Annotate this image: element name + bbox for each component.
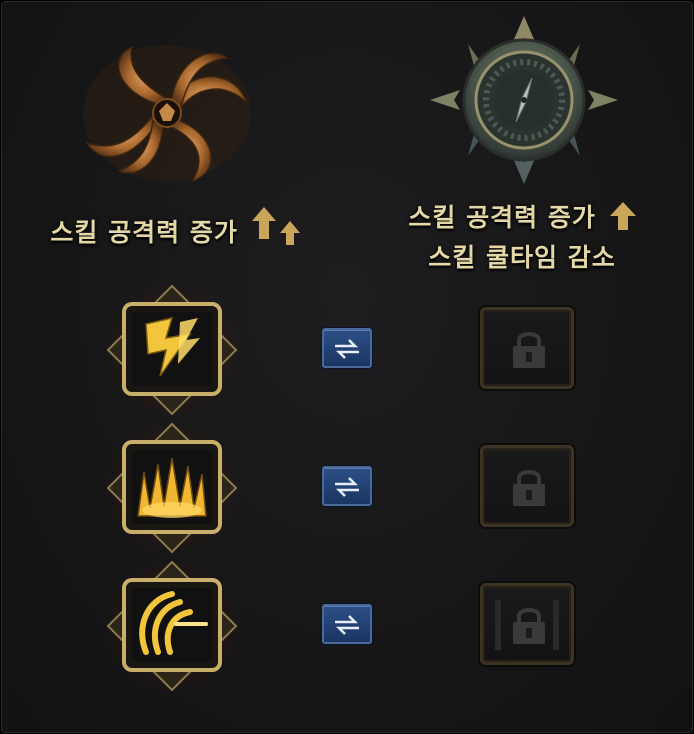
skill-slot-spiral-slash[interactable] [102, 556, 242, 696]
swap-button[interactable] [322, 466, 372, 506]
skill-rune-panel: 스킬 공격력 증가 스킬 공격력 증가 스킬 쿨타임 감소 [1, 1, 693, 733]
skill-slot-lightning-claw[interactable] [102, 280, 242, 420]
swap-arrows-icon [335, 339, 359, 359]
right-title-line1: 스킬 공격력 증가 [408, 203, 596, 232]
left-skill-effect-title: 스킬 공격력 증가 [22, 207, 332, 249]
compass-emblem-icon [426, 14, 622, 186]
double-up-arrow-icon [251, 207, 300, 245]
locked-skill-slot[interactable] [480, 307, 574, 389]
locked-skill-slot[interactable] [480, 583, 574, 665]
skill-slot-flame-burst[interactable] [102, 418, 242, 558]
swap-arrows-icon [335, 477, 359, 497]
swap-arrows-icon [335, 615, 359, 635]
lock-icon [513, 608, 545, 644]
up-arrow-icon [609, 202, 636, 230]
left-title-text: 스킬 공격력 증가 [50, 218, 238, 247]
lock-icon [513, 332, 545, 368]
lock-icon [513, 470, 545, 506]
locked-skill-slot[interactable] [480, 445, 574, 527]
swap-button[interactable] [322, 328, 372, 368]
swap-button[interactable] [322, 604, 372, 644]
slot-side-bar [553, 600, 559, 650]
right-skill-effect-title-2: 스킬 쿨타임 감소 [372, 238, 672, 274]
right-title-line2: 스킬 쿨타임 감소 [428, 243, 616, 272]
right-skill-effect-title-1: 스킬 공격력 증가 [372, 198, 672, 234]
swirl-emblem-icon [76, 40, 258, 186]
slot-side-bar [495, 600, 501, 650]
